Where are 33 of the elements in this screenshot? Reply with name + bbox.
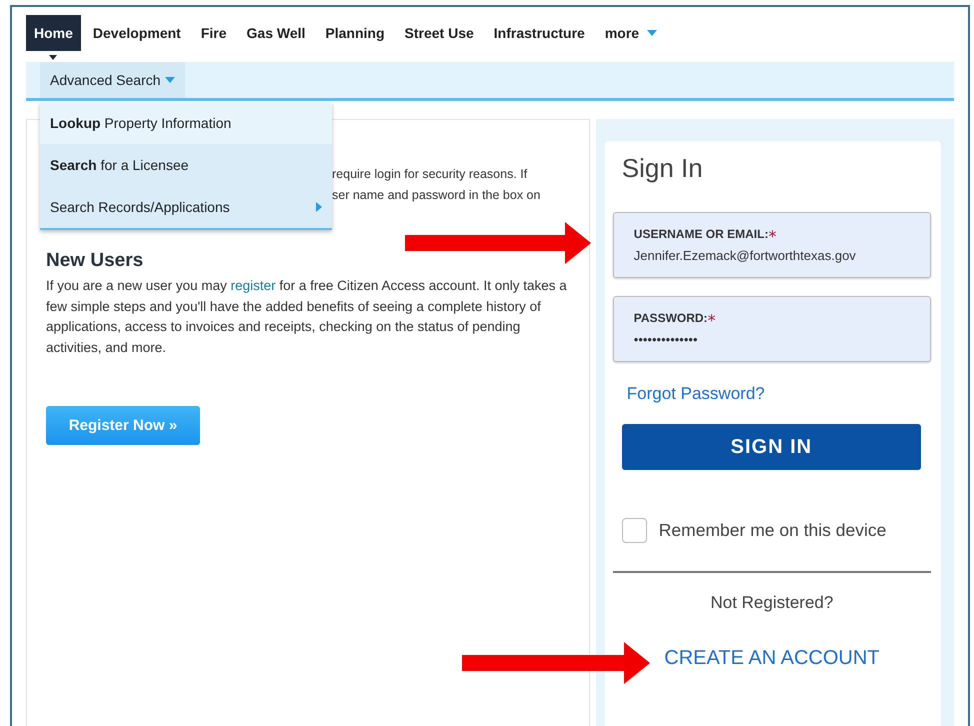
intro-text: require login for security reasons. If bbox=[332, 166, 528, 183]
new-users-text: If you are a new user you may register for a free Citizen Access account. It only takes a few simple steps and you'll have the added benefits of seeing a complete history of applications, access to invoices and receipts, checking on the status of pending activities, and more. bbox=[46, 277, 568, 356]
field-label: USERNAME OR EMAIL: bbox=[634, 227, 768, 243]
nav-tab[interactable]: Gas Well bbox=[238, 15, 314, 51]
create-account-link[interactable]: CREATE AN ACCOUNT bbox=[664, 647, 880, 670]
nav-tab[interactable]: Fire bbox=[192, 15, 235, 51]
required-mark: * bbox=[768, 227, 776, 246]
pointer-icon bbox=[49, 55, 58, 60]
remember-label: Remember me on this device bbox=[658, 520, 886, 541]
arrow-icon bbox=[405, 222, 591, 264]
arrow-icon bbox=[462, 642, 650, 684]
nav-tab[interactable]: Development bbox=[84, 15, 189, 51]
not-registered-text: Not Registered? bbox=[710, 593, 834, 613]
intro-text: ser name and password in the box on bbox=[332, 187, 540, 204]
advanced-search-menu[interactable]: Advanced Search bbox=[40, 62, 185, 98]
nav-tab[interactable]: Infrastructure bbox=[486, 15, 593, 51]
menu-item[interactable]: Search for a Licensee bbox=[40, 144, 332, 186]
checkbox[interactable] bbox=[622, 518, 647, 543]
section-heading: New Users bbox=[46, 250, 144, 272]
menu-item[interactable]: Search Records/Applications bbox=[40, 186, 332, 228]
register-link[interactable]: register bbox=[230, 278, 276, 293]
nav-tab[interactable]: more bbox=[596, 15, 666, 51]
field-value: Jennifer.Ezemack@fortworthtexas.gov bbox=[634, 248, 856, 263]
forgot-password-link[interactable]: Forgot Password? bbox=[626, 384, 765, 404]
nav-tab[interactable]: Planning bbox=[317, 15, 393, 51]
sign-in-button[interactable]: SIGN IN bbox=[622, 424, 921, 470]
field-value: •••••••••••••• bbox=[634, 332, 698, 347]
required-mark: * bbox=[708, 311, 716, 330]
sign-in-title: Sign In bbox=[622, 153, 704, 184]
caret-icon bbox=[164, 77, 175, 83]
nav-tab[interactable]: Street Use bbox=[396, 15, 482, 51]
field-label: PASSWORD: bbox=[634, 311, 708, 327]
menu-item[interactable]: Lookup Property Information bbox=[40, 102, 332, 144]
